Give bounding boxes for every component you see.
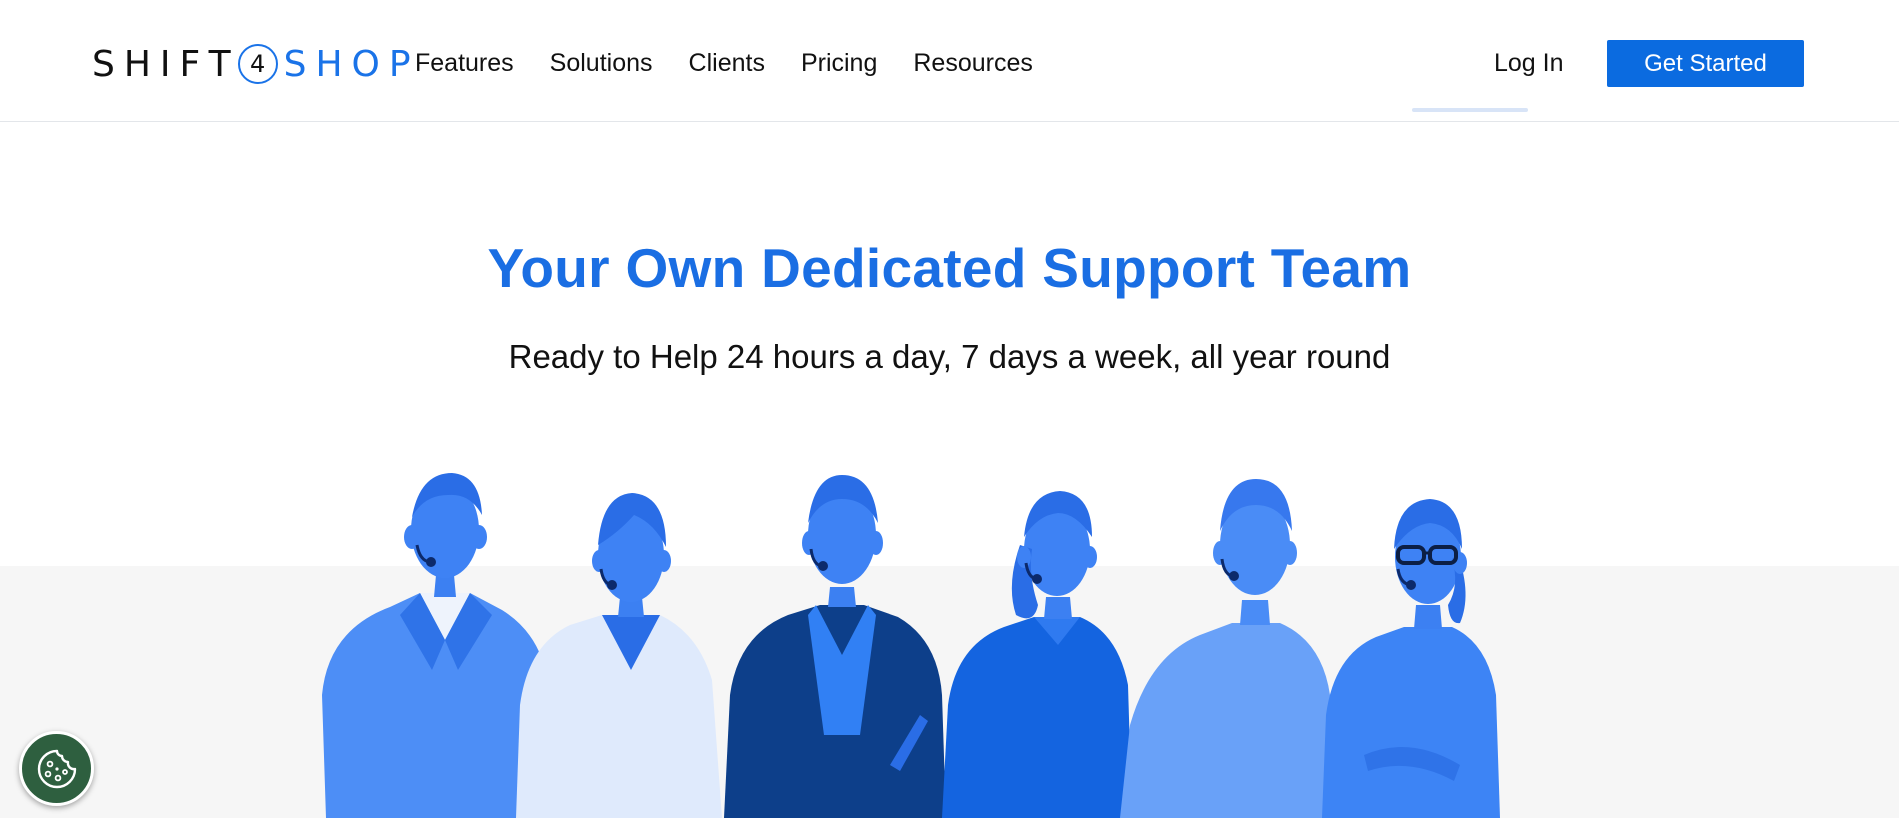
nav-item-resources[interactable]: Resources <box>913 46 1033 80</box>
login-link[interactable]: Log In <box>1494 46 1564 80</box>
agent-2 <box>516 493 722 818</box>
hero-subtitle: Ready to Help 24 hours a day, 7 days a w… <box>508 338 1391 375</box>
logo-text-shop: SHOP <box>283 43 420 85</box>
logo-text-shift: SHIFT <box>92 43 240 85</box>
cookie-settings-button[interactable] <box>19 731 94 806</box>
get-started-button[interactable]: Get Started <box>1607 40 1804 87</box>
agent-3 <box>724 475 946 818</box>
shift4shop-logo[interactable]: SHIFT 4 SHOP <box>92 40 420 88</box>
agent-5 <box>1120 479 1336 818</box>
main-nav: Features Solutions Clients Pricing Resou… <box>415 46 1069 80</box>
hero-title: Your Own Dedicated Support Team <box>487 237 1412 299</box>
support-team-illustration <box>322 473 1500 818</box>
nav-item-solutions[interactable]: Solutions <box>550 46 653 80</box>
nav-item-features[interactable]: Features <box>415 46 514 80</box>
cookie-icon <box>37 749 76 788</box>
faded-subnav-underline <box>1412 108 1528 112</box>
site-header: SHIFT 4 SHOP Features Solutions Clients … <box>0 0 1899 122</box>
nav-item-pricing[interactable]: Pricing <box>801 46 877 80</box>
logo-digit: 4 <box>249 50 266 78</box>
agent-4 <box>942 491 1132 818</box>
agent-6 <box>1322 499 1500 818</box>
agent-1 <box>322 473 552 818</box>
nav-item-clients[interactable]: Clients <box>689 46 765 80</box>
page: SHIFT 4 SHOP Features Solutions Clients … <box>0 0 1899 818</box>
logo-circle-4: 4 <box>237 44 278 84</box>
